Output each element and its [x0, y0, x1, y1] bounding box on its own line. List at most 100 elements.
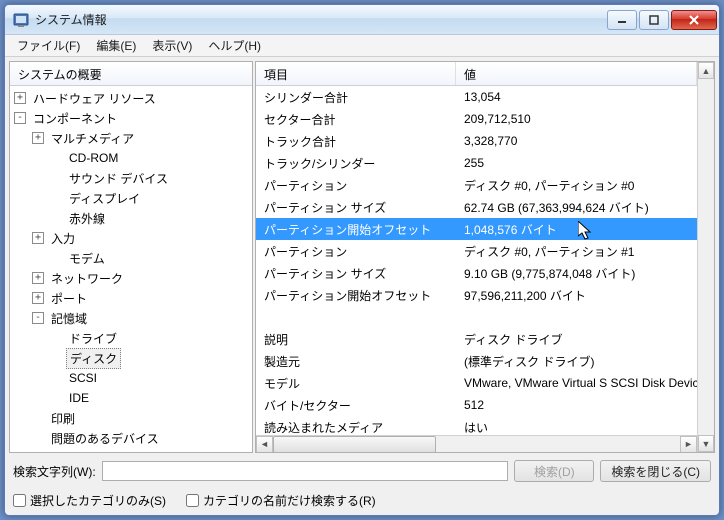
expand-icon[interactable]: +: [32, 132, 44, 144]
tree-node-label[interactable]: 問題のあるデバイス: [48, 429, 162, 448]
scroll-right-arrow-icon[interactable]: ►: [680, 436, 697, 453]
tree-node[interactable]: ディスプレイ: [10, 188, 252, 208]
expand-icon[interactable]: +: [32, 272, 44, 284]
search-input[interactable]: [102, 461, 509, 481]
list-row[interactable]: パーティション開始オフセット1,048,576 バイト: [256, 218, 697, 240]
expand-icon[interactable]: +: [32, 232, 44, 244]
list-body[interactable]: シリンダー合計13,054セクター合計209,712,510トラック合計3,32…: [256, 86, 697, 435]
tree-node-label[interactable]: ネットワーク: [48, 269, 126, 288]
tree-node[interactable]: + ハードウェア リソース: [10, 88, 252, 108]
scroll-thumb[interactable]: [273, 436, 436, 453]
tree-node[interactable]: 印刷: [10, 408, 252, 428]
list-row[interactable]: トラック合計3,328,770: [256, 130, 697, 152]
horizontal-scrollbar[interactable]: ◄ ►: [256, 435, 697, 452]
list-row[interactable]: セクター合計209,712,510: [256, 108, 697, 130]
list-row[interactable]: 説明ディスク ドライブ: [256, 328, 697, 350]
titlebar[interactable]: システム情報: [5, 5, 719, 35]
list-row[interactable]: シリンダー合計13,054: [256, 86, 697, 108]
tree-node[interactable]: -コンポーネント: [10, 108, 252, 128]
menu-edit[interactable]: 編集(E): [88, 35, 144, 56]
collapse-icon[interactable]: -: [32, 312, 44, 324]
list-row[interactable]: パーティション サイズ9.10 GB (9,775,874,048 バイト): [256, 262, 697, 284]
tree-header[interactable]: システムの概要: [10, 62, 252, 86]
tree-node-label[interactable]: ハードウェア リソース: [30, 89, 159, 108]
maximize-button[interactable]: [639, 10, 669, 30]
tree-node[interactable]: + マルチメディア: [10, 128, 252, 148]
cell-item: セクター合計: [256, 111, 456, 128]
name-only-checkbox[interactable]: [186, 494, 199, 507]
tree-node-label[interactable]: SCSI: [66, 370, 100, 386]
vertical-scrollbar[interactable]: ▲ ▼: [697, 62, 714, 452]
list-row[interactable]: パーティション サイズ62.74 GB (67,363,994,624 バイト): [256, 196, 697, 218]
scroll-up-arrow-icon[interactable]: ▲: [698, 62, 714, 79]
tree-node-label[interactable]: ドライブ: [66, 329, 120, 348]
tree-node[interactable]: ディスク: [10, 348, 252, 368]
expand-icon[interactable]: +: [14, 92, 26, 104]
cell-value: はい: [456, 419, 697, 436]
content-area: システムの概要 +ハードウェア リソース-コンポーネント+マルチメディアCD-R…: [5, 57, 719, 515]
tree-node-label[interactable]: IDE: [66, 390, 92, 406]
name-only-check[interactable]: カテゴリの名前だけ検索する(R): [186, 492, 376, 509]
selected-category-only-checkbox[interactable]: [13, 494, 26, 507]
cell-item: パーティション開始オフセット: [256, 287, 456, 304]
tree-body[interactable]: +ハードウェア リソース-コンポーネント+マルチメディアCD-ROMサウンド デ…: [10, 86, 252, 452]
cell-item: パーティション開始オフセット: [256, 221, 456, 238]
tree-node[interactable]: 赤外線: [10, 208, 252, 228]
cell-item: パーティション: [256, 177, 456, 194]
tree-node-label[interactable]: 赤外線: [66, 209, 108, 228]
tree-node-label[interactable]: 記憶域: [48, 309, 90, 328]
tree-node[interactable]: + ポート: [10, 288, 252, 308]
list-row[interactable]: パーティションディスク #0, パーティション #0: [256, 174, 697, 196]
column-value[interactable]: 値: [456, 62, 697, 85]
scroll-down-arrow-icon[interactable]: ▼: [698, 435, 714, 452]
list-row[interactable]: 製造元(標準ディスク ドライブ): [256, 350, 697, 372]
cell-value: ディスク #0, パーティション #1: [456, 243, 697, 260]
column-item[interactable]: 項目: [256, 62, 456, 85]
collapse-icon[interactable]: -: [14, 112, 26, 124]
tree-node[interactable]: IDE: [10, 388, 252, 408]
tree-node[interactable]: -記憶域: [10, 308, 252, 328]
list-row[interactable]: モデルVMware, VMware Virtual S SCSI Disk De…: [256, 372, 697, 394]
tree-node[interactable]: 問題のあるデバイス: [10, 428, 252, 448]
menu-view[interactable]: 表示(V): [144, 35, 200, 56]
window-frame: システム情報 ファイル(F) 編集(E) 表示(V) ヘルプ(H) システムの概…: [4, 4, 720, 516]
selected-category-only-check[interactable]: 選択したカテゴリのみ(S): [13, 492, 166, 509]
tree-node[interactable]: サウンド デバイス: [10, 168, 252, 188]
tree-node-label[interactable]: サウンド デバイス: [66, 169, 171, 188]
cell-item: パーティション: [256, 243, 456, 260]
tree-node-label[interactable]: ディスク: [66, 348, 121, 369]
tree-node[interactable]: モデム: [10, 248, 252, 268]
menu-file[interactable]: ファイル(F): [9, 35, 88, 56]
tree-node[interactable]: USB: [10, 448, 252, 452]
list-row[interactable]: トラック/シリンダー255: [256, 152, 697, 174]
cell-item: トラック/シリンダー: [256, 155, 456, 172]
tree-node-label[interactable]: 入力: [48, 229, 78, 248]
tree-node[interactable]: ドライブ: [10, 328, 252, 348]
tree-node-label[interactable]: コンポーネント: [30, 109, 120, 128]
close-search-button[interactable]: 検索を閉じる(C): [600, 460, 711, 482]
scroll-left-arrow-icon[interactable]: ◄: [256, 436, 273, 453]
cell-item: 説明: [256, 331, 456, 348]
list-row[interactable]: バイト/セクター512: [256, 394, 697, 416]
tree-node-label[interactable]: USB: [48, 450, 79, 452]
tree-node[interactable]: CD-ROM: [10, 148, 252, 168]
list-row[interactable]: 読み込まれたメディアはい: [256, 416, 697, 435]
tree-node-label[interactable]: ディスプレイ: [66, 189, 143, 208]
list-row[interactable]: パーティション開始オフセット97,596,211,200 バイト: [256, 284, 697, 306]
cell-item: パーティション サイズ: [256, 199, 456, 216]
close-button[interactable]: [671, 10, 717, 30]
list-row[interactable]: [256, 306, 697, 328]
menu-help[interactable]: ヘルプ(H): [200, 35, 269, 56]
tree-node[interactable]: SCSI: [10, 368, 252, 388]
tree-node-label[interactable]: ポート: [48, 289, 90, 308]
tree-node-label[interactable]: CD-ROM: [66, 150, 121, 166]
tree-node-label[interactable]: 印刷: [48, 409, 78, 428]
tree-node[interactable]: + 入力: [10, 228, 252, 248]
tree-node-label[interactable]: モデム: [66, 249, 108, 268]
expand-icon[interactable]: +: [32, 292, 44, 304]
list-row[interactable]: パーティションディスク #0, パーティション #1: [256, 240, 697, 262]
minimize-button[interactable]: [607, 10, 637, 30]
tree-node[interactable]: + ネットワーク: [10, 268, 252, 288]
tree-node-label[interactable]: マルチメディア: [48, 129, 137, 148]
search-button[interactable]: 検索(D): [514, 460, 594, 482]
